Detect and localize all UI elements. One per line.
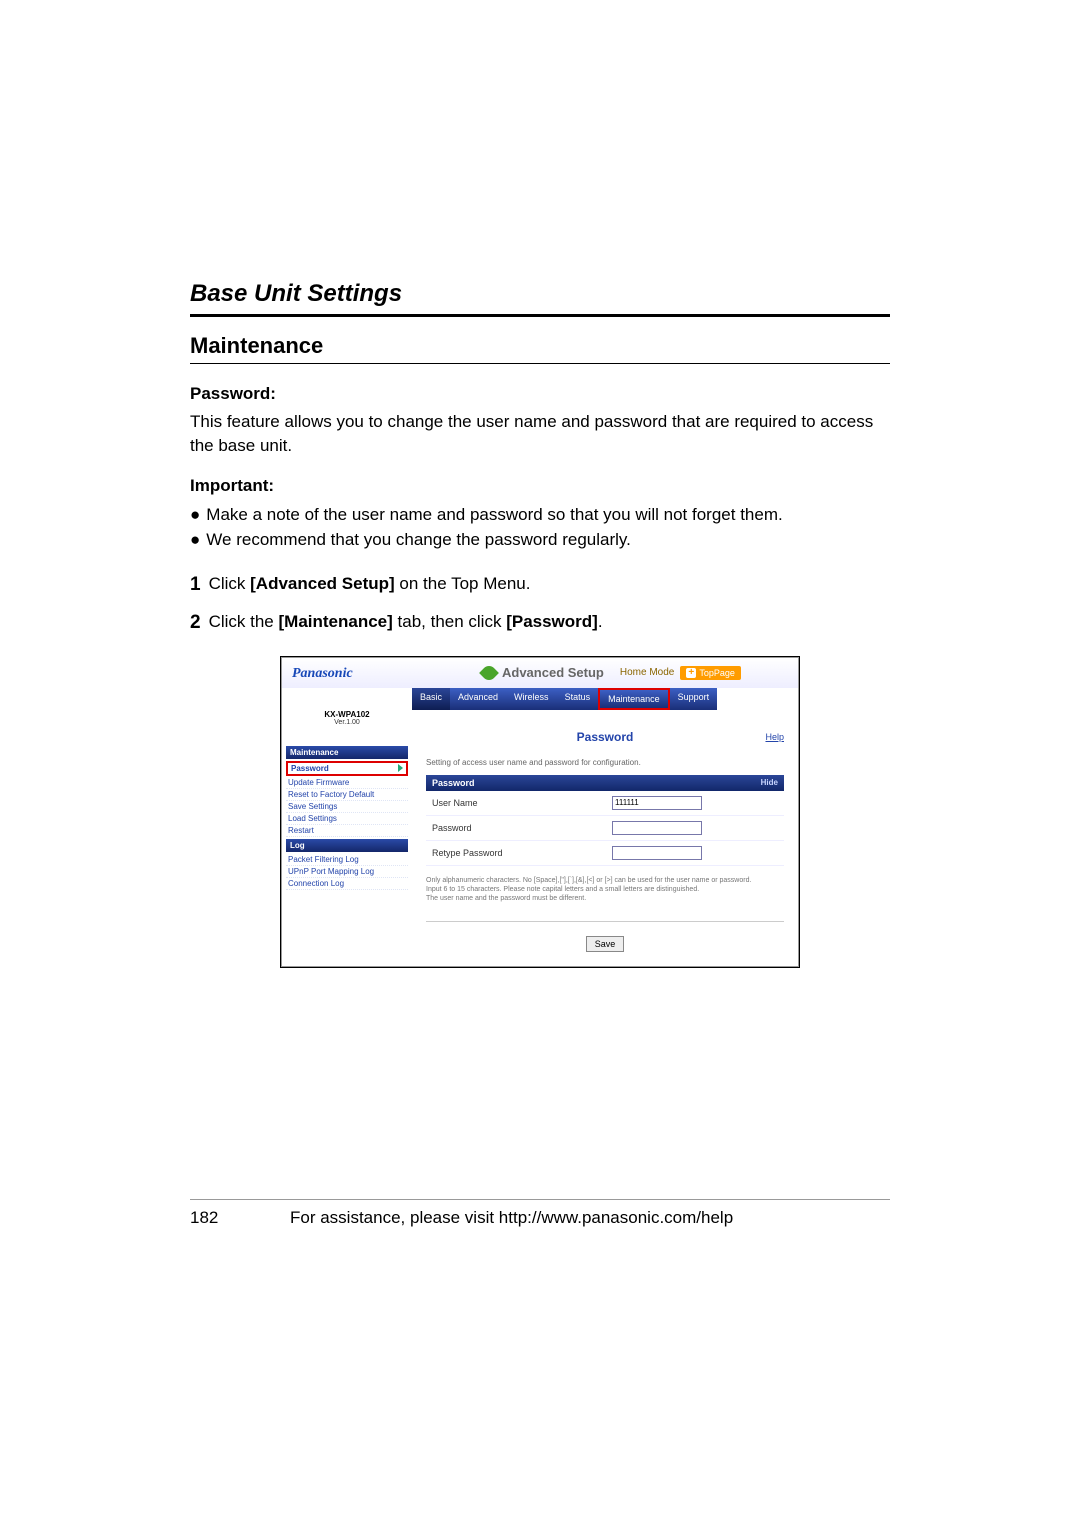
step-number: 2 [190, 609, 201, 638]
sidebar-header-maintenance: Maintenance [286, 746, 408, 759]
model-label: KX-WPA102 [286, 710, 408, 719]
screenshot-main: Basic Advanced Wireless Status Maintenan… [412, 688, 798, 966]
tab-status[interactable]: Status [557, 688, 599, 710]
top-page-button[interactable]: + TopPage [680, 666, 741, 680]
heading-maintenance: Maintenance [190, 333, 890, 359]
form-row-password: Password [426, 816, 784, 841]
hide-link[interactable]: Hide [761, 778, 778, 787]
panel-title: Password [426, 730, 784, 744]
sidebar-item-password[interactable]: Password [286, 761, 408, 776]
footer-text: For assistance, please visit http://www.… [290, 1208, 733, 1228]
tab-basic[interactable]: Basic [412, 688, 450, 710]
section-title: Base Unit Settings [190, 280, 890, 308]
leaf-icon [479, 663, 499, 683]
sidebar-item-reset[interactable]: Reset to Factory Default [286, 789, 408, 801]
bullet-icon: ● [190, 527, 200, 553]
important-list: ● Make a note of the user name and passw… [190, 502, 890, 553]
help-link[interactable]: Help [765, 732, 784, 742]
version-label: Ver.1.00 [286, 719, 408, 726]
arrow-right-icon [398, 764, 403, 772]
divider-thin [190, 363, 890, 364]
form-notes: Only alphanumeric characters. No [Space]… [426, 876, 784, 903]
sidebar-item-restart[interactable]: Restart [286, 825, 408, 837]
username-label: User Name [432, 798, 612, 808]
panel-bar: Password Hide [426, 775, 784, 791]
sidebar-item-upnp-log[interactable]: UPnP Port Mapping Log [286, 866, 408, 878]
sidebar-header-log: Log [286, 839, 408, 852]
sidebar-item-packet-log[interactable]: Packet Filtering Log [286, 854, 408, 866]
tab-wireless[interactable]: Wireless [506, 688, 557, 710]
screenshot-title: Advanced Setup [502, 665, 604, 680]
plus-icon: + [686, 668, 696, 678]
brand-logo: Panasonic [292, 666, 353, 681]
password-label: Password: [190, 384, 890, 404]
bullet-icon: ● [190, 502, 200, 528]
tab-advanced[interactable]: Advanced [450, 688, 506, 710]
page-number: 182 [190, 1208, 230, 1228]
step-text: Click the [Maintenance] tab, then click … [209, 609, 603, 638]
form-row-username: User Name [426, 791, 784, 816]
tab-bar: Basic Advanced Wireless Status Maintenan… [412, 688, 798, 710]
screenshot-sidebar: KX-WPA102 Ver.1.00 Maintenance Password … [282, 688, 412, 966]
sidebar-item-save-settings[interactable]: Save Settings [286, 801, 408, 813]
panel-desc: Setting of access user name and password… [426, 758, 784, 767]
sidebar-item-load-settings[interactable]: Load Settings [286, 813, 408, 825]
retype-input[interactable] [612, 846, 702, 860]
sidebar-item-connection-log[interactable]: Connection Log [286, 878, 408, 890]
page-footer: 182 For assistance, please visit http://… [190, 1199, 890, 1228]
sidebar-item-update-firmware[interactable]: Update Firmware [286, 777, 408, 789]
tab-maintenance[interactable]: Maintenance [598, 688, 670, 710]
bullet-item: ● We recommend that you change the passw… [190, 527, 890, 553]
password-intro: This feature allows you to change the us… [190, 410, 890, 458]
important-label: Important: [190, 476, 890, 496]
step-2: 2 Click the [Maintenance] tab, then clic… [190, 609, 890, 638]
bullet-item: ● Make a note of the user name and passw… [190, 502, 890, 528]
step-number: 1 [190, 571, 201, 600]
step-1: 1 Click [Advanced Setup] on the Top Menu… [190, 571, 890, 600]
home-mode-label: Home Mode [620, 667, 674, 678]
bullet-text: We recommend that you change the passwor… [206, 527, 631, 553]
tab-support[interactable]: Support [670, 688, 718, 710]
bullet-text: Make a note of the user name and passwor… [206, 502, 782, 528]
divider-thick [190, 314, 890, 317]
password-input[interactable] [612, 821, 702, 835]
password-field-label: Password [432, 823, 612, 833]
screenshot-header: Panasonic Advanced Setup Home Mode + Top… [282, 658, 798, 688]
username-input[interactable] [612, 796, 702, 810]
embedded-screenshot: Panasonic Advanced Setup Home Mode + Top… [280, 656, 800, 968]
save-button[interactable]: Save [586, 936, 625, 952]
retype-label: Retype Password [432, 848, 612, 858]
form-row-retype: Retype Password [426, 841, 784, 866]
step-text: Click [Advanced Setup] on the Top Menu. [209, 571, 531, 600]
